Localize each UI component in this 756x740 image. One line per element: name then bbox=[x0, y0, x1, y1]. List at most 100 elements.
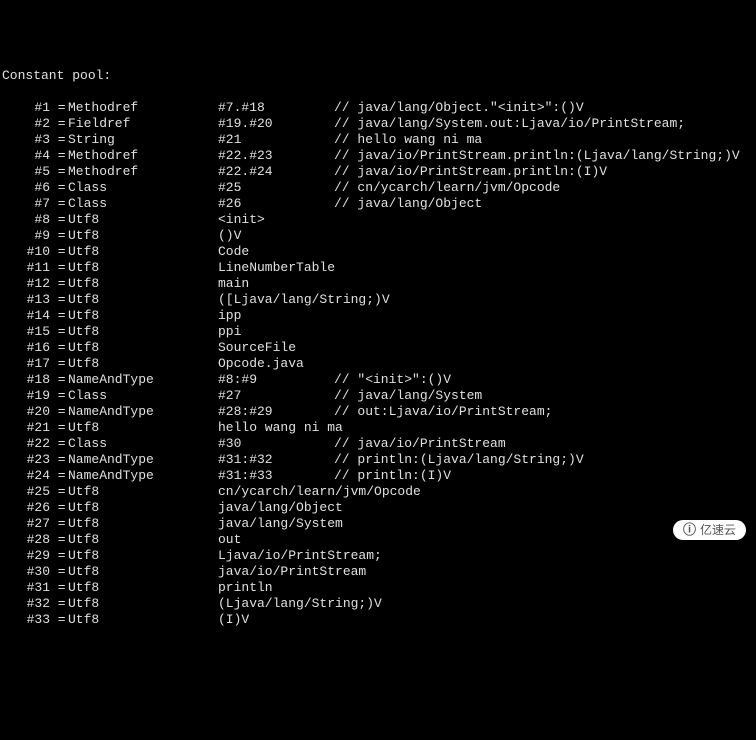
entry-index: #15 bbox=[2, 324, 50, 340]
constant-pool-entry: #32 = Utf8(Ljava/lang/String;)V bbox=[2, 596, 754, 612]
entry-index: #10 bbox=[2, 244, 50, 260]
entry-tag: Utf8 bbox=[68, 212, 218, 228]
equals-sign: = bbox=[50, 500, 68, 516]
entry-tag: Utf8 bbox=[68, 276, 218, 292]
entry-tag: Utf8 bbox=[68, 612, 218, 628]
equals-sign: = bbox=[50, 420, 68, 436]
entry-tag: Utf8 bbox=[68, 564, 218, 580]
entry-ref: ()V bbox=[218, 228, 334, 244]
entry-tag: String bbox=[68, 132, 218, 148]
entry-tag: Utf8 bbox=[68, 580, 218, 596]
equals-sign: = bbox=[50, 212, 68, 228]
equals-sign: = bbox=[50, 324, 68, 340]
constant-pool-entry: #33 = Utf8(I)V bbox=[2, 612, 754, 628]
equals-sign: = bbox=[50, 388, 68, 404]
entry-tag: Methodref bbox=[68, 148, 218, 164]
entry-index: #32 bbox=[2, 596, 50, 612]
equals-sign: = bbox=[50, 132, 68, 148]
constant-pool-entry: #30 = Utf8java/io/PrintStream bbox=[2, 564, 754, 580]
constant-pool-entry: #9 = Utf8()V bbox=[2, 228, 754, 244]
constant-pool-entry: #28 = Utf8out bbox=[2, 532, 754, 548]
entry-index: #4 bbox=[2, 148, 50, 164]
equals-sign: = bbox=[50, 516, 68, 532]
constant-pool-entry: #8 = Utf8<init> bbox=[2, 212, 754, 228]
entry-ref: java/io/PrintStream bbox=[218, 564, 334, 580]
entry-tag: Utf8 bbox=[68, 244, 218, 260]
entry-ref: #31:#32 bbox=[218, 452, 334, 468]
constant-pool-entry: #31 = Utf8println bbox=[2, 580, 754, 596]
entry-tag: Fieldref bbox=[68, 116, 218, 132]
equals-sign: = bbox=[50, 340, 68, 356]
equals-sign: = bbox=[50, 196, 68, 212]
equals-sign: = bbox=[50, 292, 68, 308]
entry-index: #14 bbox=[2, 308, 50, 324]
entry-ref: #7.#18 bbox=[218, 100, 334, 116]
constant-pool-entry: #11 = Utf8LineNumberTable bbox=[2, 260, 754, 276]
entry-ref: ([Ljava/lang/String;)V bbox=[218, 292, 334, 308]
entry-tag: Class bbox=[68, 196, 218, 212]
constant-pool-entry: #13 = Utf8([Ljava/lang/String;)V bbox=[2, 292, 754, 308]
constant-pool-entry: #7 = Class#26// java/lang/Object bbox=[2, 196, 754, 212]
entry-index: #22 bbox=[2, 436, 50, 452]
entry-tag: NameAndType bbox=[68, 372, 218, 388]
entry-tag: Methodref bbox=[68, 164, 218, 180]
entry-comment: // out:Ljava/io/PrintStream; bbox=[334, 404, 552, 420]
entry-index: #7 bbox=[2, 196, 50, 212]
entry-ref: #26 bbox=[218, 196, 334, 212]
entry-comment: // java/io/PrintStream.println:(I)V bbox=[334, 164, 607, 180]
constant-pool-entry: #19 = Class#27// java/lang/System bbox=[2, 388, 754, 404]
entry-tag: Class bbox=[68, 180, 218, 196]
constant-pool-list: #1 = Methodref#7.#18// java/lang/Object.… bbox=[2, 100, 754, 628]
entry-ref: #22.#23 bbox=[218, 148, 334, 164]
constant-pool-entry: #2 = Fieldref#19.#20// java/lang/System.… bbox=[2, 116, 754, 132]
entry-ref: ppi bbox=[218, 324, 334, 340]
equals-sign: = bbox=[50, 116, 68, 132]
entry-ref: (I)V bbox=[218, 612, 334, 628]
entry-ref: #27 bbox=[218, 388, 334, 404]
entry-tag: Utf8 bbox=[68, 420, 218, 436]
equals-sign: = bbox=[50, 260, 68, 276]
entry-ref: Ljava/io/PrintStream; bbox=[218, 548, 334, 564]
entry-ref: #22.#24 bbox=[218, 164, 334, 180]
equals-sign: = bbox=[50, 452, 68, 468]
constant-pool-entry: #29 = Utf8Ljava/io/PrintStream; bbox=[2, 548, 754, 564]
constant-pool-entry: #3 = String#21// hello wang ni ma bbox=[2, 132, 754, 148]
constant-pool-entry: #12 = Utf8main bbox=[2, 276, 754, 292]
constant-pool-entry: #15 = Utf8ppi bbox=[2, 324, 754, 340]
watermark-logo-icon: ⓘ bbox=[683, 522, 696, 538]
entry-ref: #19.#20 bbox=[218, 116, 334, 132]
entry-comment: // java/io/PrintStream bbox=[334, 436, 506, 452]
constant-pool-entry: #14 = Utf8ipp bbox=[2, 308, 754, 324]
entry-ref: hello wang ni ma bbox=[218, 420, 334, 436]
entry-comment: // java/io/PrintStream.println:(Ljava/la… bbox=[334, 148, 740, 164]
equals-sign: = bbox=[50, 436, 68, 452]
entry-comment: // cn/ycarch/learn/jvm/Opcode bbox=[334, 180, 560, 196]
entry-comment: // java/lang/Object bbox=[334, 196, 482, 212]
constant-pool-entry: #16 = Utf8SourceFile bbox=[2, 340, 754, 356]
equals-sign: = bbox=[50, 244, 68, 260]
entry-tag: Utf8 bbox=[68, 356, 218, 372]
entry-tag: Utf8 bbox=[68, 260, 218, 276]
entry-tag: NameAndType bbox=[68, 404, 218, 420]
entry-comment: // java/lang/System bbox=[334, 388, 482, 404]
constant-pool-entry: #6 = Class#25// cn/ycarch/learn/jvm/Opco… bbox=[2, 180, 754, 196]
entry-comment: // "<init>":()V bbox=[334, 372, 451, 388]
constant-pool-entry: #4 = Methodref#22.#23// java/io/PrintStr… bbox=[2, 148, 754, 164]
entry-tag: Utf8 bbox=[68, 228, 218, 244]
entry-ref: println bbox=[218, 580, 334, 596]
entry-comment: // java/lang/System.out:Ljava/io/PrintSt… bbox=[334, 116, 685, 132]
entry-index: #29 bbox=[2, 548, 50, 564]
entry-ref: Code bbox=[218, 244, 334, 260]
equals-sign: = bbox=[50, 532, 68, 548]
entry-tag: Utf8 bbox=[68, 500, 218, 516]
equals-sign: = bbox=[50, 228, 68, 244]
entry-ref: #25 bbox=[218, 180, 334, 196]
entry-index: #12 bbox=[2, 276, 50, 292]
entry-comment: // java/lang/Object."<init>":()V bbox=[334, 100, 584, 116]
entry-index: #9 bbox=[2, 228, 50, 244]
entry-index: #23 bbox=[2, 452, 50, 468]
constant-pool-entry: #27 = Utf8java/lang/System bbox=[2, 516, 754, 532]
equals-sign: = bbox=[50, 100, 68, 116]
equals-sign: = bbox=[50, 484, 68, 500]
entry-index: #8 bbox=[2, 212, 50, 228]
